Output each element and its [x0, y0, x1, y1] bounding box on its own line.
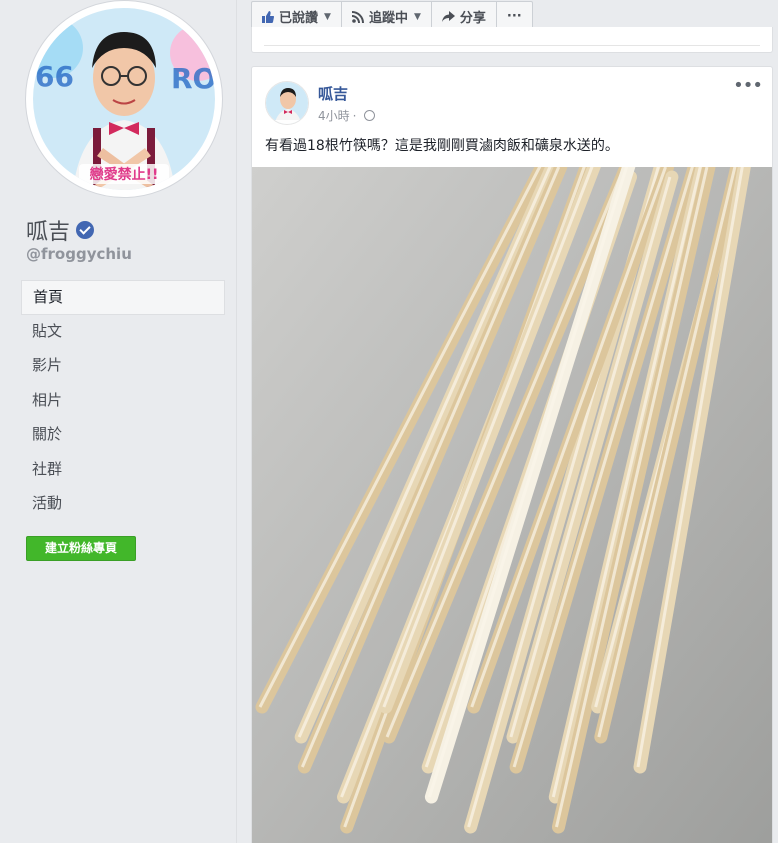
- liked-label: 已說讚: [279, 11, 319, 26]
- page-name-text[interactable]: 呱吉: [26, 214, 70, 246]
- page-username[interactable]: @froggychiu: [26, 245, 132, 263]
- more-dots-icon: ···: [506, 9, 522, 24]
- post-text: 有看過18根竹筷嗎？這是我剛剛買滷肉飯和礦泉水送的。: [265, 138, 619, 154]
- share-arrow-icon: [441, 10, 455, 23]
- caret-down-icon: ▼: [413, 11, 421, 22]
- create-page-button[interactable]: 建立粉絲專頁: [26, 536, 136, 561]
- profile-picture-frame[interactable]: 66 RO 戀愛禁止!!: [25, 0, 223, 198]
- post-options-button[interactable]: •••: [733, 75, 763, 96]
- post-meta: 4小時 ·: [318, 107, 376, 124]
- meta-separator: ·: [352, 108, 357, 123]
- profile-picture[interactable]: 66 RO 戀愛禁止!!: [33, 8, 215, 190]
- post-photo[interactable]: [252, 140, 772, 843]
- rss-icon: [351, 10, 364, 23]
- caret-down-icon: ▼: [324, 11, 331, 22]
- previous-card-bottom: [251, 27, 773, 53]
- nav-item-posts[interactable]: 貼文: [21, 315, 225, 350]
- post-card: 呱吉 4小時 · ••• 有看過18根竹筷嗎？這是我剛剛買滷肉飯和礦泉水送的。: [251, 66, 773, 843]
- post-timestamp[interactable]: 4小時: [318, 107, 350, 124]
- divider: [264, 45, 760, 46]
- nav-item-home[interactable]: 首頁: [21, 280, 225, 315]
- nav-item-community[interactable]: 社群: [21, 453, 225, 488]
- nav-item-photos[interactable]: 相片: [21, 384, 225, 419]
- thumbs-up-icon: [262, 10, 274, 23]
- picture-caption: 戀愛禁止!!: [90, 166, 159, 183]
- public-globe-icon[interactable]: [364, 110, 376, 121]
- chopsticks-photo: [252, 140, 772, 843]
- post-author-avatar[interactable]: [265, 81, 309, 125]
- page-navigation: 首頁 貼文 影片 相片 關於 社群 活動: [21, 280, 225, 522]
- nav-item-videos[interactable]: 影片: [21, 349, 225, 384]
- share-label: 分享: [459, 11, 486, 26]
- nav-item-events[interactable]: 活動: [21, 487, 225, 522]
- svg-text:RO: RO: [171, 62, 215, 95]
- following-label: 追蹤中: [368, 11, 408, 26]
- svg-text:66: 66: [35, 60, 74, 93]
- nav-item-about[interactable]: 關於: [21, 418, 225, 453]
- page-name[interactable]: 呱吉: [26, 214, 95, 246]
- post-author-name[interactable]: 呱吉: [318, 83, 348, 104]
- left-sidebar: 66 RO 戀愛禁止!! 呱吉 @froggychiu 首頁 貼文 影片 相片 …: [0, 0, 237, 843]
- verified-badge-icon: [76, 221, 95, 239]
